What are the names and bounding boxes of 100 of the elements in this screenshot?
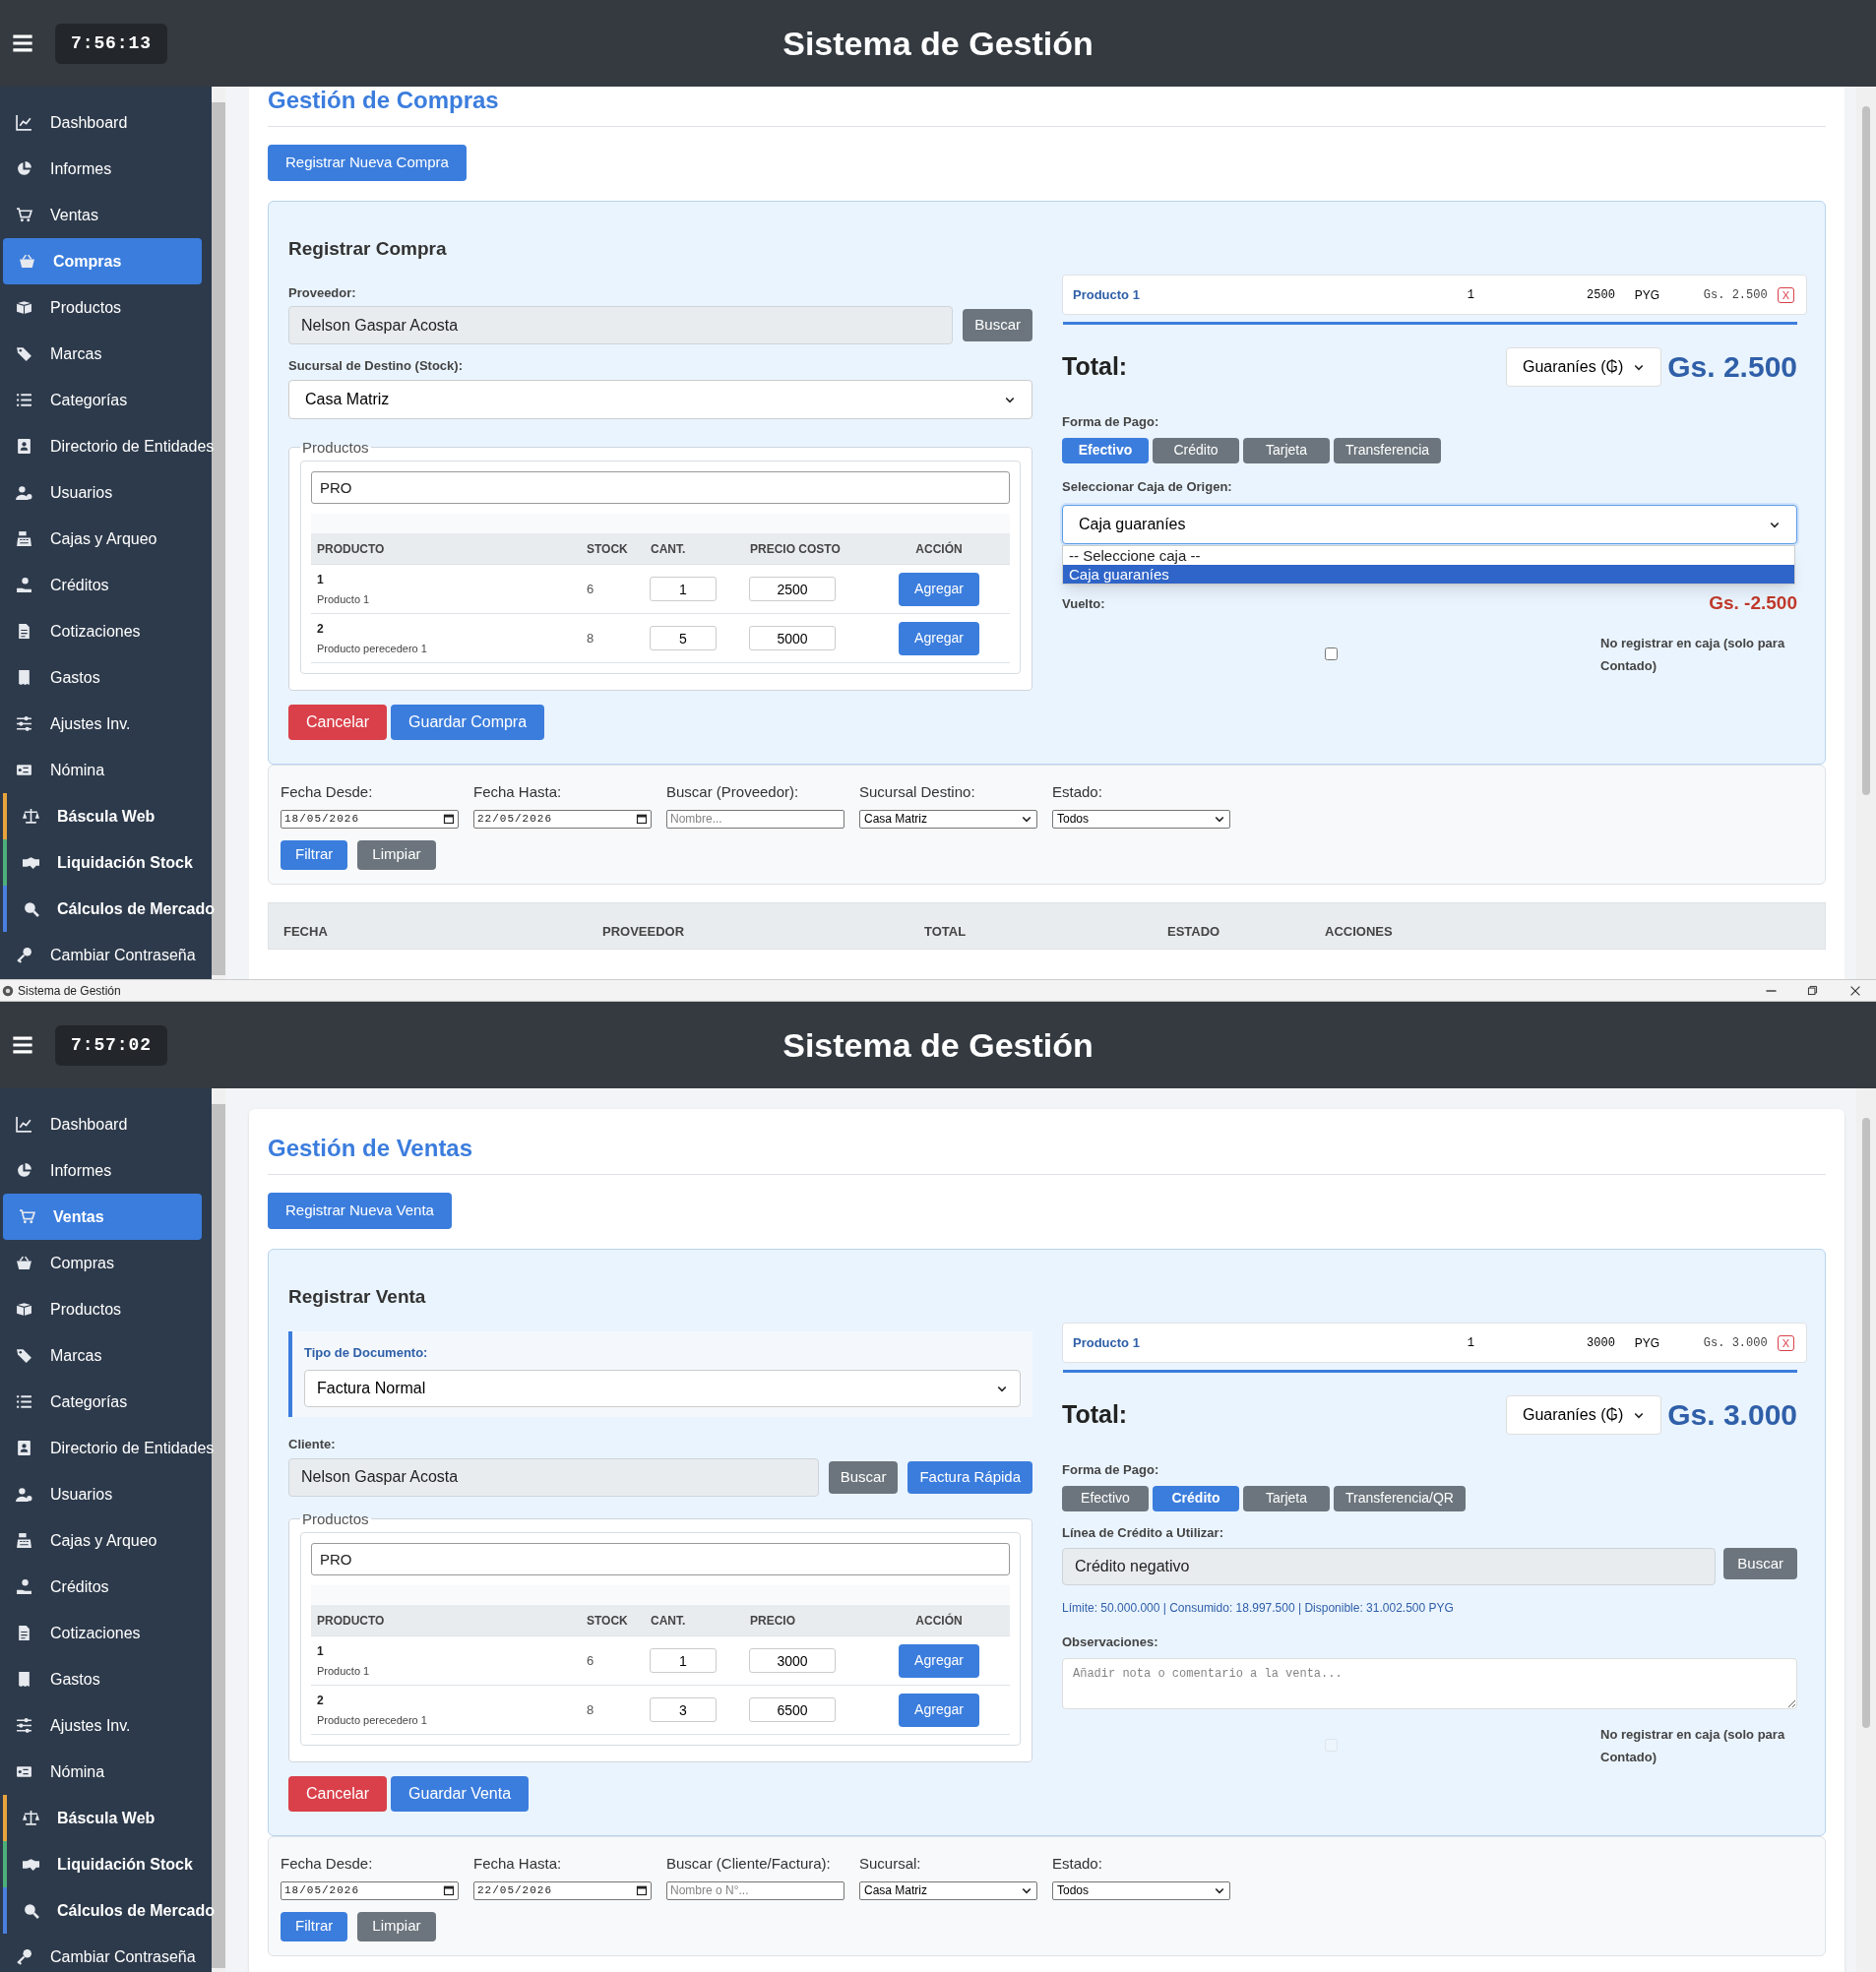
sidebar-item[interactable]: Gastos xyxy=(0,1656,212,1702)
sidebar-item[interactable]: Ajustes Inv. xyxy=(0,701,212,747)
sidebar-item[interactable]: Informes xyxy=(0,1147,212,1194)
input-field[interactable]: Nombre o N°... xyxy=(666,1880,844,1900)
button[interactable]: Buscar xyxy=(828,1460,899,1494)
dropdown-option[interactable]: Caja guaraníes xyxy=(1063,565,1794,584)
input-field[interactable]: 3 xyxy=(650,1697,717,1722)
input-field[interactable]: 1 xyxy=(650,1648,717,1673)
button[interactable]: Filtrar xyxy=(281,839,348,870)
sidebar-item[interactable]: Ajustes Inv. xyxy=(0,1702,212,1749)
select-field[interactable]: Todos xyxy=(1052,1880,1230,1900)
sidebar-item[interactable]: Ventas xyxy=(0,192,212,238)
currency-select[interactable]: Guaraníes (₲) xyxy=(1505,346,1662,387)
button[interactable]: Buscar xyxy=(1723,1548,1797,1579)
sidebar-item[interactable]: Compras xyxy=(0,1240,212,1286)
payment-tab[interactable]: Transferencia xyxy=(1334,437,1442,463)
payment-tab[interactable]: Transferencia/QR xyxy=(1334,1485,1466,1511)
sidebar-item[interactable]: Productos xyxy=(0,284,212,331)
date-field[interactable]: 22/05/2026 xyxy=(473,1880,652,1900)
window-title: Sistema de Gestión xyxy=(18,982,122,1000)
clock-display: 7:56:13 xyxy=(55,23,167,64)
product-name: Producto 1 xyxy=(1073,1333,1141,1352)
input-field[interactable]: 2500 xyxy=(749,577,836,601)
button[interactable]: Guardar Venta xyxy=(391,1776,530,1812)
date-field[interactable]: 18/05/2026 xyxy=(281,809,459,829)
remove-button[interactable]: X xyxy=(1777,286,1794,303)
sidebar-item[interactable]: Compras xyxy=(3,238,202,284)
total-label: Total: xyxy=(1062,350,1129,382)
input-field[interactable]: 1 xyxy=(650,577,717,601)
input-field[interactable]: Crédito negativo xyxy=(1062,1548,1717,1585)
button[interactable]: Cancelar xyxy=(288,705,388,740)
sidebar-item[interactable]: Nómina xyxy=(0,1749,212,1795)
payment-tab[interactable]: Tarjeta xyxy=(1243,1485,1330,1511)
sidebar-item[interactable]: Créditos xyxy=(0,1564,212,1610)
sidebar-item[interactable]: Categorías xyxy=(0,1379,212,1425)
box-icon xyxy=(16,299,32,316)
sidebar-item[interactable]: Marcas xyxy=(0,1332,212,1379)
payment-tab[interactable]: Crédito xyxy=(1153,437,1239,463)
sidebar-item[interactable]: Cotizaciones xyxy=(0,1610,212,1656)
payment-tab[interactable]: Tarjeta xyxy=(1243,437,1330,463)
dropdown-option[interactable]: -- Seleccione caja -- xyxy=(1063,546,1794,565)
payment-tab[interactable]: Crédito xyxy=(1153,1485,1239,1511)
sidebar-item[interactable]: Cambiar Contraseña xyxy=(0,932,212,978)
page-title: Gestión de Ventas xyxy=(268,1135,1826,1175)
sidebar-item[interactable]: Dashboard xyxy=(0,99,212,146)
select-field[interactable]: Casa Matriz xyxy=(859,809,1037,829)
sidebar-item[interactable]: Cajas y Arqueo xyxy=(0,516,212,562)
button[interactable]: Agregar xyxy=(899,621,979,655)
sidebar-item[interactable]: Cajas y Arqueo xyxy=(0,1517,212,1564)
sidebar-item[interactable]: Cotizaciones xyxy=(0,608,212,654)
sidebar-item[interactable]: Ventas xyxy=(3,1194,202,1240)
payment-tab[interactable]: Efectivo xyxy=(1062,437,1149,463)
date-field[interactable]: 18/05/2026 xyxy=(281,1880,459,1900)
button[interactable]: Limpiar xyxy=(357,1911,436,1941)
checkbox[interactable] xyxy=(1325,647,1338,660)
sidebar-item[interactable]: Cambiar Contraseña xyxy=(0,1934,212,1972)
sidebar-item[interactable]: Gastos xyxy=(0,654,212,701)
sidebar-item[interactable]: Nómina xyxy=(0,747,212,793)
button[interactable]: Buscar xyxy=(963,309,1032,341)
select-field[interactable]: Factura Normal xyxy=(304,1370,1021,1407)
sidebar-item[interactable]: Usuarios xyxy=(0,1471,212,1517)
input-field[interactable]: 5000 xyxy=(749,626,836,650)
input-field[interactable]: PRO xyxy=(311,1543,1010,1575)
scrollbar-thumb[interactable] xyxy=(1862,106,1870,795)
input-field[interactable]: Nelson Gaspar Acosta xyxy=(288,306,954,344)
input-field[interactable]: Nombre... xyxy=(666,809,844,829)
select-field[interactable]: Casa Matriz xyxy=(859,1880,1037,1900)
date-field[interactable]: 22/05/2026 xyxy=(473,809,652,829)
input-field[interactable]: PRO xyxy=(311,471,1010,504)
button[interactable]: Agregar xyxy=(899,1693,979,1727)
button[interactable]: Guardar Compra xyxy=(391,705,545,740)
filter-label: Fecha Hasta: xyxy=(473,782,563,802)
button[interactable]: Registrar Nueva Compra xyxy=(268,145,467,181)
currency-select[interactable]: Guaraníes (₲) xyxy=(1505,1394,1662,1435)
sidebar-item[interactable]: Dashboard xyxy=(0,1101,212,1147)
sidebar-item[interactable]: Informes xyxy=(0,146,212,192)
button[interactable]: Filtrar xyxy=(281,1911,348,1941)
list-icon xyxy=(16,392,32,408)
sidebar-item[interactable]: Marcas xyxy=(0,331,212,377)
sidebar-item[interactable]: Créditos xyxy=(0,562,212,608)
input-field[interactable]: 6500 xyxy=(749,1697,836,1722)
comment-field[interactable]: Añadir nota o comentario a la venta... xyxy=(1062,1657,1797,1709)
scrollbar-thumb[interactable] xyxy=(1862,1118,1870,1728)
sidebar-item[interactable]: Categorías xyxy=(0,377,212,423)
button[interactable]: Limpiar xyxy=(357,839,436,870)
sidebar-item[interactable]: Usuarios xyxy=(0,469,212,516)
button[interactable]: Cancelar xyxy=(288,1776,388,1812)
button[interactable]: Registrar Nueva Venta xyxy=(268,1193,452,1229)
payment-tab[interactable]: Efectivo xyxy=(1062,1485,1149,1511)
sidebar-item[interactable]: Productos xyxy=(0,1286,212,1332)
select-field[interactable]: Caja guaraníes xyxy=(1062,505,1797,544)
button[interactable]: Agregar xyxy=(899,572,979,606)
input-field[interactable]: Nelson Gaspar Acosta xyxy=(288,1457,819,1497)
input-field[interactable]: 5 xyxy=(650,626,717,650)
input-field[interactable]: 3000 xyxy=(749,1648,836,1673)
button[interactable]: Agregar xyxy=(899,1643,979,1678)
select-field[interactable]: Casa Matriz xyxy=(288,379,1032,419)
remove-button[interactable]: X xyxy=(1777,1334,1794,1351)
button[interactable]: Factura Rápida xyxy=(907,1460,1032,1494)
select-field[interactable]: Todos xyxy=(1052,809,1230,829)
